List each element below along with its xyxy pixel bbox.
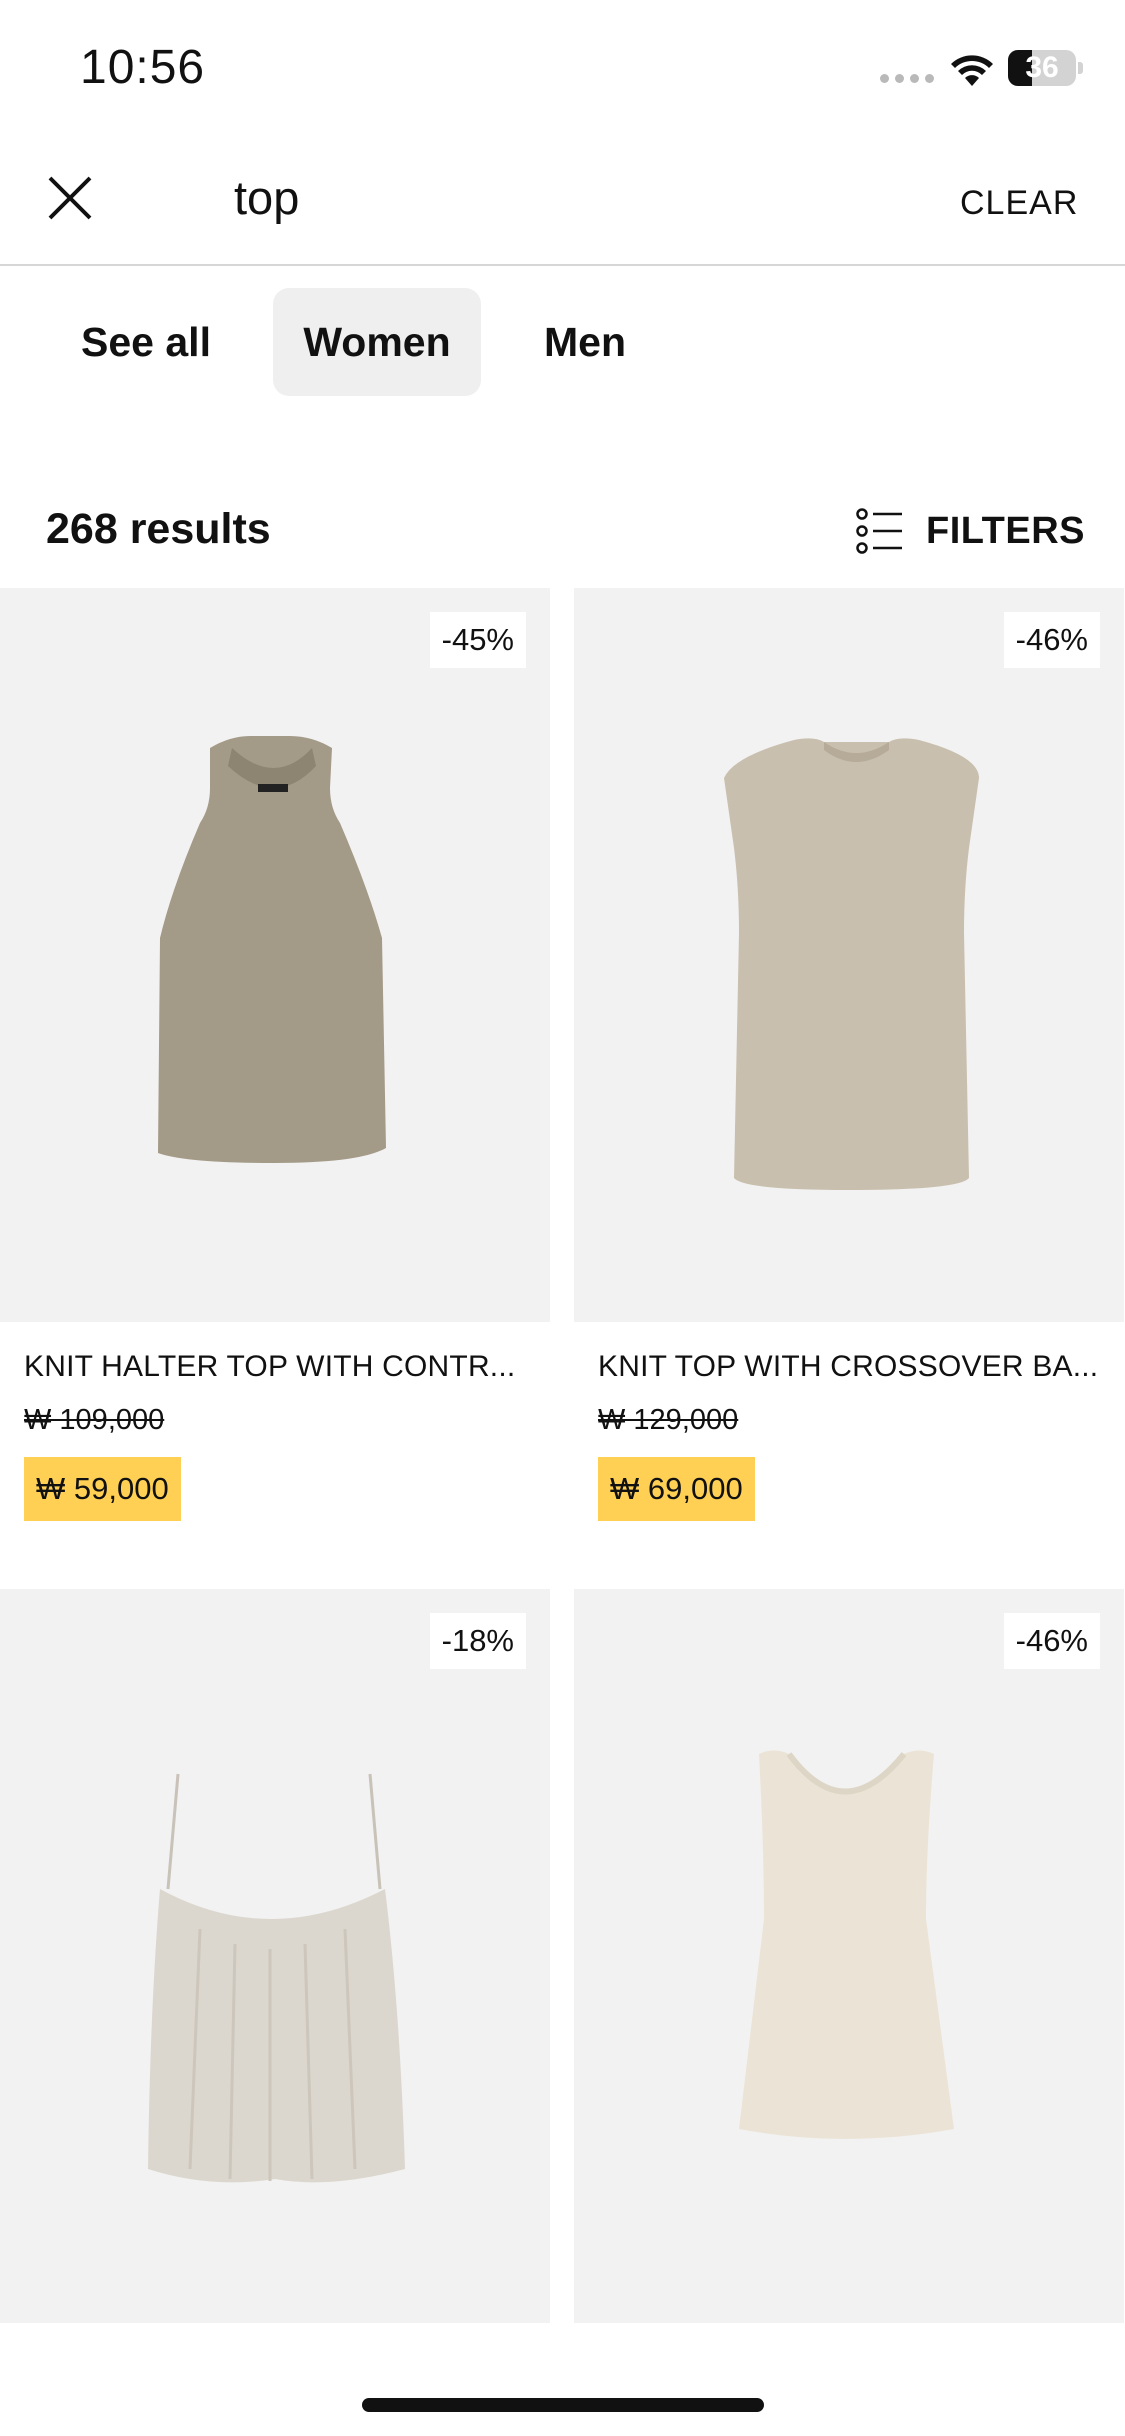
knit-top-image (724, 738, 979, 1190)
tab-men[interactable]: Men (522, 288, 648, 396)
close-icon[interactable] (40, 168, 100, 228)
sleeveless-knit-image (739, 1750, 954, 2139)
product-image[interactable]: -46% (574, 1589, 1124, 2323)
header-divider (0, 264, 1125, 266)
sale-price: ₩ 69,000 (598, 1457, 755, 1521)
product-image[interactable]: -18% (0, 1589, 550, 2323)
discount-badge: -18% (429, 1613, 526, 1669)
battery-icon: 36 (1008, 50, 1076, 86)
status-time: 10:56 (80, 41, 206, 94)
filters-button[interactable]: FILTERS (856, 508, 1085, 554)
wifi-icon (951, 55, 993, 86)
product-image[interactable]: -46% (574, 588, 1124, 1322)
product-card[interactable]: -45% KNIT HALTER TOP WITH CONTR... ₩ 109… (0, 588, 550, 1521)
clear-button[interactable]: CLEAR (960, 184, 1078, 223)
cami-top-image (148, 1773, 405, 2183)
battery-tip (1078, 62, 1083, 74)
filters-label: FILTERS (926, 509, 1086, 552)
cellular-signal-icon (880, 74, 934, 83)
filter-list-icon (856, 508, 902, 554)
product-name[interactable]: KNIT HALTER TOP WITH CONTR... (24, 1350, 550, 1384)
discount-badge: -46% (1003, 612, 1100, 668)
product-image[interactable]: -45% (0, 588, 550, 1322)
knit-halter-top-image (158, 736, 386, 1163)
original-price: ₩ 129,000 (598, 1404, 739, 1436)
product-card[interactable]: -18% (0, 1589, 550, 2323)
battery-level: 36 (1025, 51, 1059, 84)
original-price: ₩ 109,000 (24, 1404, 165, 1436)
product-name[interactable]: KNIT TOP WITH CROSSOVER BA... (598, 1350, 1124, 1384)
home-indicator (362, 2398, 764, 2412)
discount-badge: -46% (1003, 1613, 1100, 1669)
search-query[interactable]: top (234, 170, 299, 225)
results-count: 268 results (46, 505, 271, 553)
product-card[interactable]: -46% KNIT TOP WITH CROSSOVER BA... ₩ 129… (574, 588, 1124, 1521)
product-card[interactable]: -46% (574, 1589, 1124, 2323)
discount-badge: -45% (429, 612, 526, 668)
sale-price: ₩ 59,000 (24, 1457, 181, 1521)
tab-see-all[interactable]: See all (60, 288, 232, 396)
tab-women[interactable]: Women (273, 288, 481, 396)
